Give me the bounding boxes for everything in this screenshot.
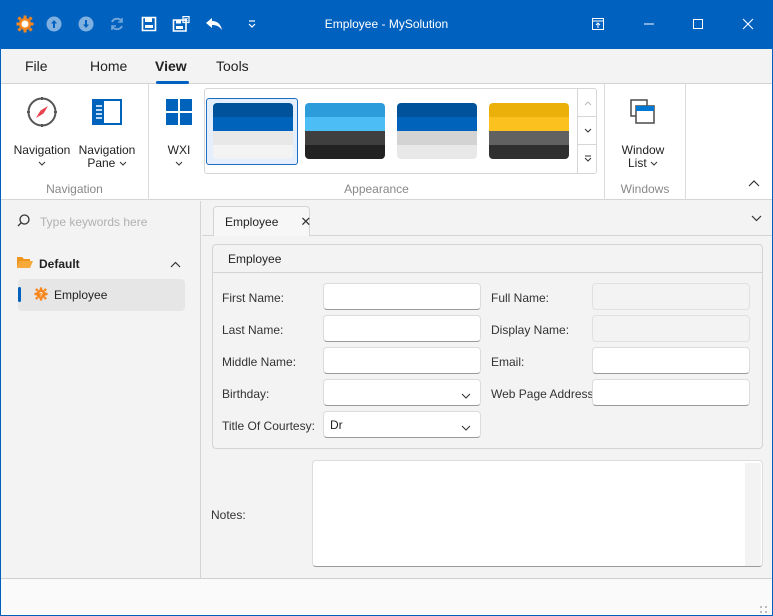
chevron-down-icon bbox=[119, 161, 127, 166]
navigation-pane-label-2: Pane bbox=[77, 157, 137, 170]
nav-item-employee[interactable]: ? Employee bbox=[18, 279, 185, 311]
windows-group-label: Windows bbox=[620, 182, 670, 196]
skin-gallery bbox=[204, 88, 597, 174]
app-window: Employee - MySolution File Home View Too… bbox=[0, 0, 773, 615]
windows-logo-icon bbox=[161, 94, 197, 130]
email-label: Email: bbox=[491, 355, 525, 369]
tab-tools[interactable]: Tools bbox=[216, 58, 249, 74]
tab-file[interactable]: File bbox=[25, 58, 48, 74]
notes-label: Notes: bbox=[211, 508, 246, 522]
navigation-panel: Default ? Employee bbox=[1, 201, 201, 578]
employee-gear-icon: ? bbox=[34, 286, 48, 304]
search-icon bbox=[17, 214, 30, 230]
title-of-courtesy-value: Dr bbox=[330, 417, 343, 432]
maximize-icon[interactable] bbox=[686, 12, 710, 36]
document-tab-employee[interactable]: Employee ✕ bbox=[213, 206, 311, 236]
ribbon: Navigation Navigation Pane Navigation WX… bbox=[1, 84, 772, 200]
display-name-field bbox=[592, 315, 750, 342]
restore-tab-icon[interactable] bbox=[586, 12, 610, 36]
chevron-down-icon[interactable] bbox=[461, 420, 471, 434]
nav-group-default[interactable]: Default bbox=[17, 255, 187, 273]
navigation-button-label: Navigation bbox=[13, 143, 71, 157]
collapse-ribbon-icon[interactable] bbox=[748, 176, 760, 190]
title-bar: Employee - MySolution bbox=[0, 0, 773, 49]
chevron-down-icon bbox=[650, 161, 658, 166]
chevron-down-icon[interactable] bbox=[461, 388, 471, 402]
skin-yellow-dark[interactable] bbox=[489, 103, 569, 159]
svg-text:?: ? bbox=[39, 291, 43, 298]
group-header: Employee bbox=[213, 245, 762, 273]
navigation-search[interactable] bbox=[17, 212, 187, 232]
compass-icon bbox=[13, 94, 71, 130]
nav-group-label: Default bbox=[39, 257, 80, 271]
resize-grip-icon[interactable] bbox=[760, 603, 768, 613]
ribbon-tabs: File Home View Tools bbox=[1, 49, 772, 84]
document-tab-label: Employee bbox=[225, 214, 279, 229]
tab-list-chevron-icon[interactable] bbox=[751, 211, 762, 225]
chevron-down-icon bbox=[13, 157, 71, 170]
chevron-down-icon bbox=[161, 157, 197, 170]
birthday-field[interactable] bbox=[323, 379, 481, 406]
skin-blue[interactable] bbox=[213, 103, 293, 159]
first-name-label: First Name: bbox=[222, 291, 285, 305]
notes-scrollbar[interactable] bbox=[745, 463, 761, 566]
close-icon[interactable] bbox=[736, 12, 760, 36]
group-separator bbox=[685, 84, 686, 200]
title-of-courtesy-label: Title Of Courtesy: bbox=[222, 419, 315, 433]
middle-name-field[interactable] bbox=[323, 347, 481, 374]
gallery-scroll bbox=[577, 89, 597, 173]
title-of-courtesy-field[interactable]: Dr bbox=[323, 411, 481, 438]
gallery-scroll-up-icon[interactable] bbox=[578, 89, 597, 117]
status-bar bbox=[1, 578, 772, 615]
navigation-group-label: Navigation bbox=[46, 182, 103, 196]
skin-light-blue-dark[interactable] bbox=[305, 103, 385, 159]
window-list-label-2: List bbox=[615, 157, 671, 170]
navigation-button[interactable]: Navigation bbox=[13, 94, 71, 170]
close-tab-icon[interactable]: ✕ bbox=[300, 214, 311, 230]
display-name-label: Display Name: bbox=[491, 323, 570, 337]
selection-indicator bbox=[18, 287, 21, 302]
birthday-label: Birthday: bbox=[222, 387, 270, 401]
gallery-scroll-down-icon[interactable] bbox=[578, 117, 597, 145]
web-page-address-label: Web Page Address: bbox=[491, 387, 597, 401]
middle-name-label: Middle Name: bbox=[222, 355, 297, 369]
full-name-field bbox=[592, 283, 750, 310]
last-name-field[interactable] bbox=[323, 315, 481, 342]
tab-home[interactable]: Home bbox=[90, 58, 127, 74]
tab-view[interactable]: View bbox=[155, 58, 187, 74]
gallery-expand-icon[interactable] bbox=[578, 145, 597, 173]
first-name-field[interactable] bbox=[323, 283, 481, 310]
navigation-pane-icon bbox=[77, 94, 137, 130]
document-area: Employee ✕ Employee First Name: Last Nam… bbox=[202, 201, 772, 578]
window-list-icon bbox=[615, 94, 671, 130]
web-page-address-field[interactable] bbox=[592, 379, 750, 406]
minimize-icon[interactable] bbox=[637, 12, 661, 36]
notes-field[interactable] bbox=[312, 460, 763, 567]
skin-blue-gray[interactable] bbox=[397, 103, 477, 159]
email-field[interactable] bbox=[592, 347, 750, 374]
last-name-label: Last Name: bbox=[222, 323, 284, 337]
navigation-pane-button[interactable]: Navigation Pane bbox=[77, 94, 137, 170]
window-list-button[interactable]: Window List bbox=[615, 94, 671, 170]
nav-item-label: Employee bbox=[54, 288, 108, 302]
wxi-label: WXI bbox=[167, 143, 191, 157]
full-name-label: Full Name: bbox=[491, 291, 550, 305]
folder-open-icon bbox=[17, 256, 33, 272]
search-input[interactable] bbox=[40, 215, 180, 229]
appearance-group-label: Appearance bbox=[344, 182, 409, 196]
chevron-up-icon[interactable] bbox=[170, 257, 181, 271]
wxi-skin-button[interactable]: WXI bbox=[161, 94, 197, 170]
